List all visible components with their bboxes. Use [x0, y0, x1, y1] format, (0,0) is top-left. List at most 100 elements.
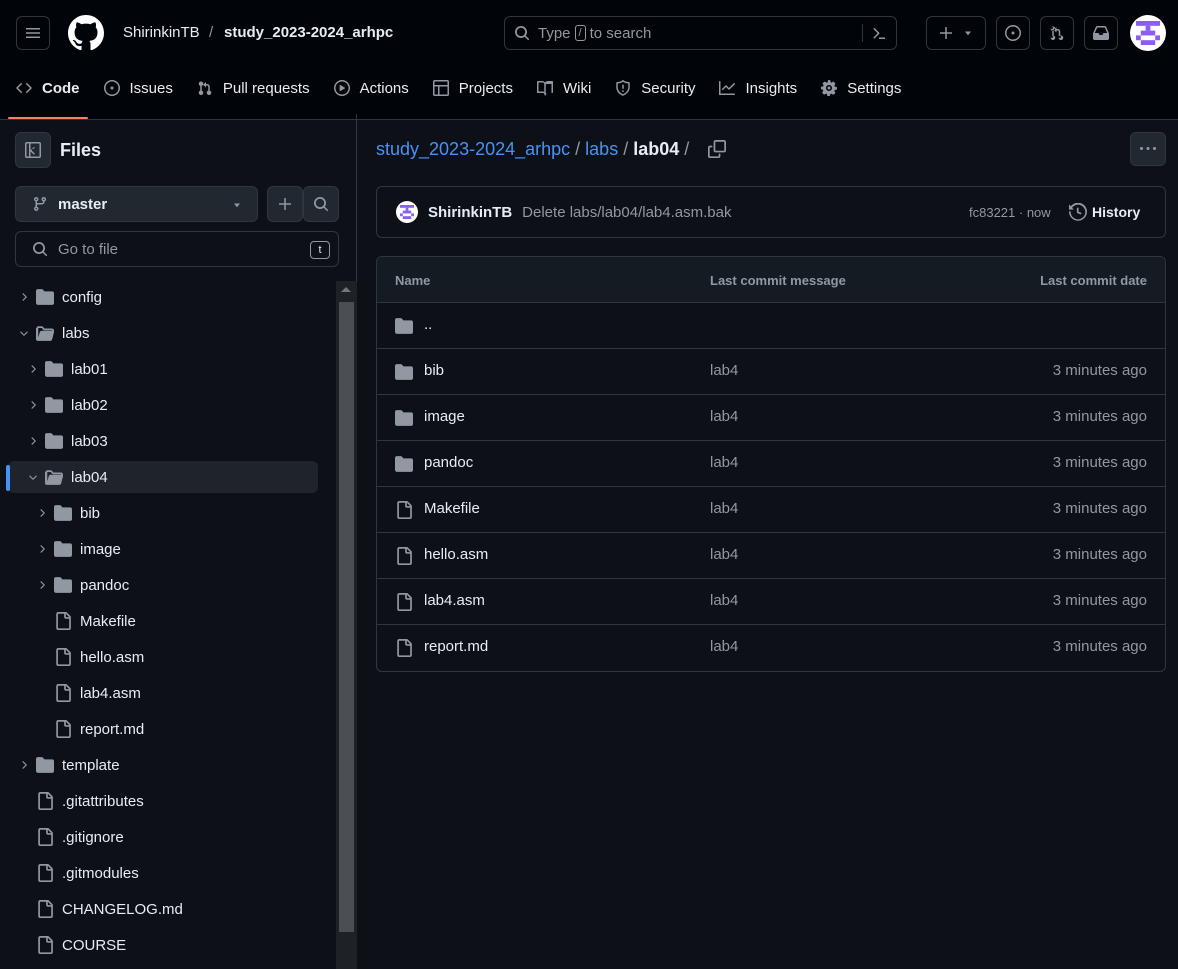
chevron-right-icon[interactable] [25, 363, 41, 375]
tree-file-item[interactable]: hello.asm [0, 641, 318, 673]
tree-folder-item[interactable]: config [0, 281, 318, 313]
commit-sha-time[interactable]: fc83221 · now [969, 205, 1051, 220]
file-commit-message[interactable]: lab4 [710, 638, 738, 655]
search-code-button[interactable] [303, 186, 339, 222]
tab-insights[interactable]: Insights [711, 70, 805, 106]
file-table-row[interactable]: pandoc lab4 3 minutes ago [377, 441, 1165, 487]
file-commit-message[interactable]: lab4 [710, 500, 738, 517]
command-palette-icon[interactable] [871, 25, 887, 41]
inbox-button[interactable] [1084, 16, 1118, 50]
tab-code[interactable]: Code [8, 70, 88, 119]
plus-icon [940, 27, 952, 39]
history-button[interactable]: History [1069, 203, 1140, 221]
tree-file-item[interactable]: .gitattributes [0, 785, 318, 817]
file-table-row[interactable]: report.md lab4 3 minutes ago [377, 625, 1165, 671]
file-commit-message[interactable]: lab4 [710, 592, 738, 609]
file-name-link[interactable]: image [424, 408, 465, 425]
tab-actions[interactable]: Actions [326, 70, 417, 106]
file-name-link[interactable]: Makefile [424, 500, 480, 517]
file-commit-message[interactable]: lab4 [710, 362, 738, 379]
file-icon [36, 792, 54, 810]
file-name-link[interactable]: report.md [424, 638, 488, 655]
tab-security[interactable]: Security [607, 70, 703, 106]
issues-button[interactable] [996, 16, 1030, 50]
file-name-link[interactable]: bib [424, 362, 444, 379]
file-commit-message[interactable]: lab4 [710, 408, 738, 425]
user-avatar[interactable] [1130, 15, 1166, 51]
tab-issues[interactable]: Issues [96, 70, 181, 106]
commit-author-avatar[interactable] [396, 201, 418, 223]
chevron-right-icon[interactable] [34, 507, 50, 519]
add-file-button[interactable] [267, 186, 303, 222]
search-input[interactable]: Type / to search [504, 16, 897, 50]
go-to-file-placeholder: Go to file [58, 240, 119, 258]
selected-indicator [6, 465, 10, 491]
file-commit-message[interactable]: lab4 [710, 454, 738, 471]
breadcrumb-labs-link[interactable]: labs [585, 139, 618, 160]
sidebar-scrollbar[interactable] [336, 281, 357, 969]
file-name-link[interactable]: lab4.asm [424, 592, 485, 609]
chevron-down-icon[interactable] [25, 471, 41, 483]
file-commit-message[interactable]: lab4 [710, 546, 738, 563]
more-options-button[interactable] [1130, 132, 1166, 166]
go-to-file-input[interactable]: Go to file t [15, 231, 339, 267]
chevron-right-icon[interactable] [25, 399, 41, 411]
file-icon [54, 612, 72, 630]
chevron-right-icon[interactable] [25, 435, 41, 447]
file-icon [36, 936, 54, 954]
file-table-row[interactable]: bib lab4 3 minutes ago [377, 349, 1165, 395]
tree-file-item[interactable]: .gitmodules [0, 857, 318, 889]
tree-folder-item[interactable]: template [0, 749, 318, 781]
tree-item-label: hello.asm [80, 648, 145, 666]
commit-author[interactable]: ShirinkinTB [428, 204, 512, 221]
chevron-right-icon[interactable] [16, 291, 32, 303]
create-new-button[interactable] [926, 16, 986, 50]
parent-directory-row[interactable]: .. [377, 303, 1165, 349]
tree-folder-item[interactable]: lab02 [0, 389, 318, 421]
tree-folder-item[interactable]: pandoc [0, 569, 318, 601]
branch-selector[interactable]: master [15, 186, 258, 222]
repo-name-link[interactable]: study_2023-2024_arhpc [224, 24, 393, 41]
tab-pull-requests[interactable]: Pull requests [189, 70, 318, 106]
copy-path-button[interactable] [708, 140, 726, 158]
chevron-down-icon[interactable] [16, 327, 32, 339]
tree-file-item[interactable]: Makefile [0, 605, 318, 637]
tab-projects[interactable]: Projects [425, 70, 521, 106]
tab-settings[interactable]: Settings [813, 70, 909, 106]
tree-file-item[interactable]: .gitignore [0, 821, 318, 853]
breadcrumb-repo-link[interactable]: study_2023-2024_arhpc [376, 139, 570, 160]
chevron-right-icon[interactable] [34, 543, 50, 555]
chevron-right-icon[interactable] [34, 579, 50, 591]
tree-folder-item[interactable]: lab03 [0, 425, 318, 457]
chevron-right-icon[interactable] [16, 759, 32, 771]
tree-folder-item[interactable]: lab01 [0, 353, 318, 385]
tree-file-item[interactable]: lab4.asm [0, 677, 318, 709]
tab-wiki[interactable]: Wiki [529, 70, 599, 106]
file-name-link[interactable]: pandoc [424, 454, 473, 471]
menu-button[interactable] [16, 16, 50, 50]
file-commit-date: 3 minutes ago [1052, 454, 1147, 471]
tree-file-item[interactable]: report.md [0, 713, 318, 745]
file-name-link[interactable]: hello.asm [424, 546, 488, 563]
history-icon [1069, 203, 1087, 221]
tree-folder-item[interactable]: image [0, 533, 318, 565]
pull-requests-button[interactable] [1040, 16, 1074, 50]
file-name-link[interactable]: .. [424, 316, 432, 333]
commit-message[interactable]: Delete labs/lab04/lab4.asm.bak [522, 204, 731, 221]
file-table-row[interactable]: image lab4 3 minutes ago [377, 395, 1165, 441]
tree-folder-item[interactable]: labs [0, 317, 318, 349]
tree-folder-item[interactable]: lab04 [8, 461, 318, 493]
github-logo[interactable] [68, 15, 104, 54]
file-table-row[interactable]: hello.asm lab4 3 minutes ago [377, 533, 1165, 579]
repo-owner-link[interactable]: ShirinkinTB [123, 24, 200, 41]
scroll-thumb[interactable] [339, 302, 354, 932]
file-table-row[interactable]: lab4.asm lab4 3 minutes ago [377, 579, 1165, 625]
scroll-up-arrow[interactable] [341, 287, 351, 292]
tree-file-item[interactable]: COURSE [0, 929, 318, 961]
collapse-sidebar-button[interactable] [15, 132, 51, 168]
pull-request-icon [198, 81, 212, 95]
tree-file-item[interactable]: CHANGELOG.md [0, 893, 318, 925]
file-table-row[interactable]: Makefile lab4 3 minutes ago [377, 487, 1165, 533]
tree-folder-item[interactable]: bib [0, 497, 318, 529]
folder-icon [395, 317, 413, 335]
